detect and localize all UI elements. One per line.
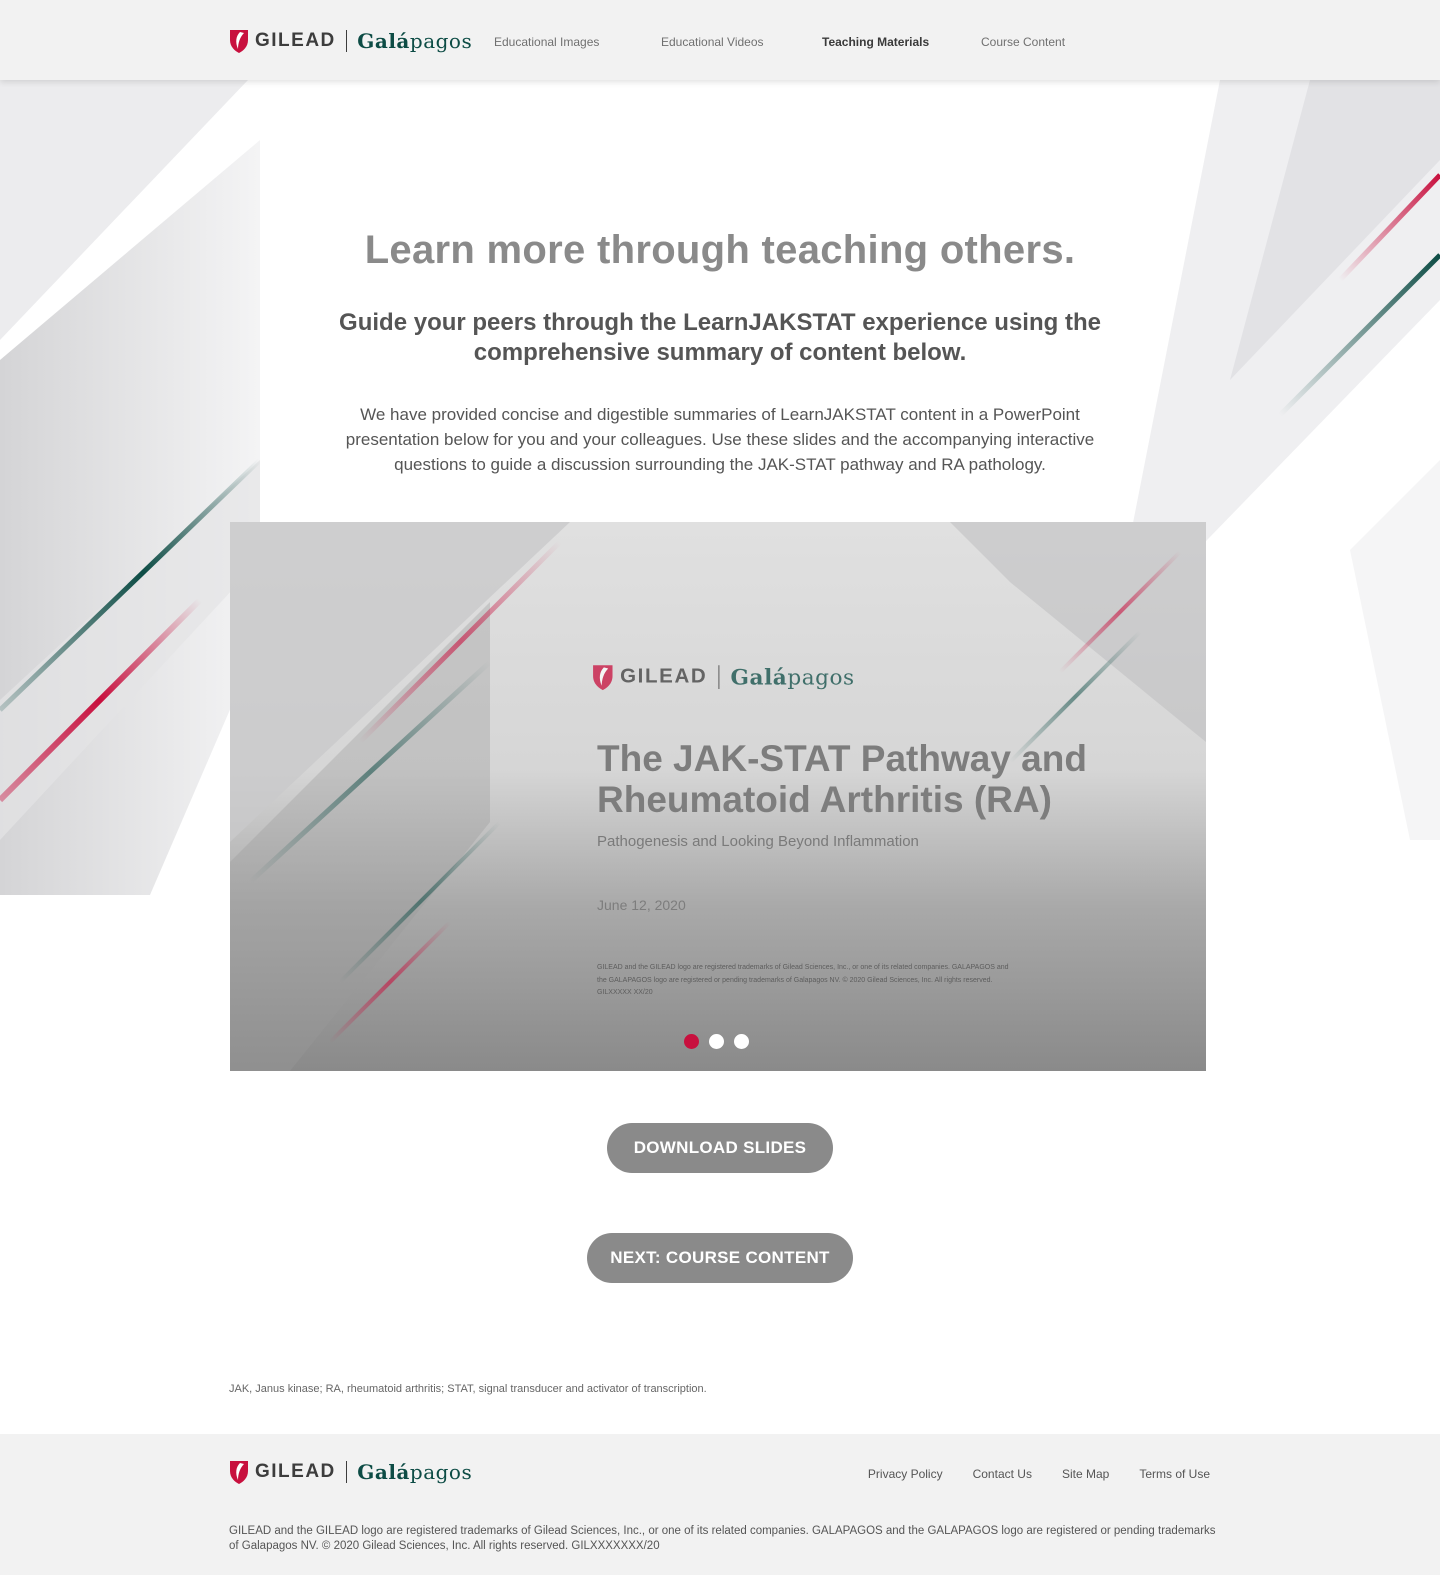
logo-divider bbox=[345, 30, 348, 52]
slide-date: June 12, 2020 bbox=[597, 897, 686, 913]
gilead-shield-icon bbox=[230, 1461, 248, 1484]
logo-divider bbox=[345, 1461, 348, 1483]
footer-link-contact-us[interactable]: Contact Us bbox=[973, 1467, 1032, 1481]
logo-divider bbox=[718, 665, 720, 689]
page-title: Learn more through teaching others. bbox=[364, 228, 1076, 272]
intro-paragraph: We have provided concise and digestible … bbox=[345, 405, 1095, 474]
footer-nav: Privacy Policy Contact Us Site Map Terms… bbox=[868, 1467, 1210, 1481]
footer-link-terms-of-use[interactable]: Terms of Use bbox=[1139, 1467, 1210, 1481]
gilead-wordmark: GILEAD bbox=[255, 1461, 336, 1482]
carousel-dot-1[interactable] bbox=[684, 1034, 699, 1049]
slide-logo: GILEAD Galápagos bbox=[592, 662, 855, 692]
nav-course-content[interactable]: Course Content bbox=[981, 35, 1065, 49]
gilead-wordmark: GILEAD bbox=[255, 30, 336, 51]
page-subtitle: Guide your peers through the LearnJAKSTA… bbox=[339, 309, 1101, 366]
site-header: GILEAD Galápagos Educational Images Educ… bbox=[0, 0, 1440, 80]
nav-educational-images[interactable]: Educational Images bbox=[494, 35, 599, 49]
carousel-dot-3[interactable] bbox=[734, 1034, 749, 1049]
galapagos-wordmark: Galápagos bbox=[357, 29, 473, 53]
nav-teaching-materials[interactable]: Teaching Materials bbox=[822, 35, 929, 49]
galapagos-wordmark: Galápagos bbox=[357, 1460, 473, 1484]
footer-link-privacy-policy[interactable]: Privacy Policy bbox=[868, 1467, 943, 1481]
gilead-wordmark: GILEAD bbox=[620, 665, 708, 688]
nav-educational-videos[interactable]: Educational Videos bbox=[661, 35, 764, 49]
footer-legal-text: GILEAD and the GILEAD logo are registere… bbox=[229, 1525, 1216, 1552]
gilead-shield-icon bbox=[593, 665, 613, 691]
slide-subtitle: Pathogenesis and Looking Beyond Inflamma… bbox=[597, 833, 919, 850]
gilead-shield-icon bbox=[230, 30, 248, 53]
carousel-dot-2[interactable] bbox=[709, 1034, 724, 1049]
carousel-pagination bbox=[684, 1034, 749, 1049]
next-course-content-button[interactable]: NEXT: COURSE CONTENT bbox=[587, 1233, 853, 1283]
gilead-galapagos-logo[interactable]: GILEAD Galápagos bbox=[229, 27, 472, 55]
slide-title: The JAK-STAT Pathway and Rheumatoid Arth… bbox=[597, 738, 1087, 820]
slide-carousel[interactable]: GILEAD Galápagos The JAK-STAT Pathway an… bbox=[230, 522, 1206, 1071]
abbreviations-footnote: JAK, Janus kinase; RA, rheumatoid arthri… bbox=[229, 1383, 707, 1395]
background-decor-left bbox=[0, 80, 260, 895]
slide-legal-text: GILEAD and the GILEAD logo are registere… bbox=[597, 964, 1009, 996]
download-slides-button[interactable]: DOWNLOAD SLIDES bbox=[607, 1123, 833, 1173]
site-footer: GILEAD Galápagos Privacy Policy Contact … bbox=[0, 1434, 1440, 1575]
galapagos-wordmark: Galápagos bbox=[730, 664, 855, 691]
footer-logo[interactable]: GILEAD Galápagos bbox=[229, 1458, 472, 1486]
footer-link-site-map[interactable]: Site Map bbox=[1062, 1467, 1109, 1481]
